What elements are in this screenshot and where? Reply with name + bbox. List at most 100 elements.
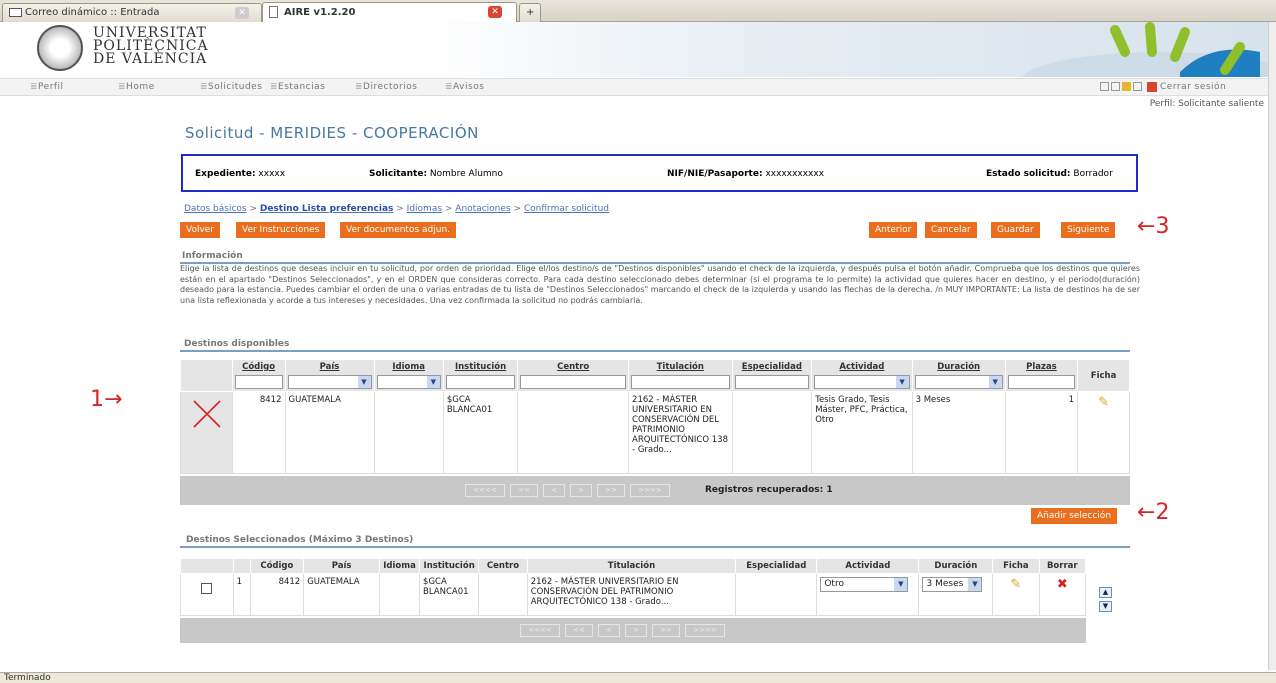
new-tab-label: + <box>526 7 535 18</box>
pencil-icon[interactable]: ✎ <box>1010 577 1021 592</box>
table-header-row: Código País Idioma Institución Centro Ti… <box>180 359 1130 392</box>
info-heading: Información <box>182 251 243 261</box>
logout-link[interactable]: Cerrar sesión <box>1160 82 1226 92</box>
col-duracion[interactable]: Duración <box>915 362 1003 372</box>
arrow-up-icon[interactable]: ▲ <box>1099 587 1112 598</box>
cancelar-button[interactable]: Cancelar <box>925 222 977 238</box>
ver-instrucciones-button[interactable]: Ver Instrucciones <box>236 222 326 238</box>
tab-correo[interactable]: Correo dinámico :: Entrada ✕ <box>2 3 262 22</box>
col-plazas[interactable]: Plazas <box>1008 362 1075 372</box>
col-pais[interactable]: País <box>288 362 372 372</box>
logo-line: DE VALÈNCIA <box>93 51 208 67</box>
add-selection-button[interactable]: Añadir selección <box>1031 508 1118 524</box>
col-ficha: Ficha <box>1077 359 1130 392</box>
tab-label: AIRE v1.2.20 <box>284 7 356 18</box>
order-col-header <box>232 558 251 574</box>
nav-directorios[interactable]: Directorios <box>355 82 417 92</box>
breadcrumb-confirmar[interactable]: Confirmar solicitud <box>524 204 609 214</box>
filter-centro-input[interactable] <box>520 375 627 389</box>
annotation-2: ←2 <box>1137 500 1170 525</box>
row-select-cell <box>180 573 234 616</box>
filter-pais-select[interactable] <box>287 375 372 389</box>
arrow-down-icon[interactable]: ▼ <box>1099 601 1112 612</box>
new-tab-button[interactable]: + <box>519 3 541 22</box>
filter-plazas-input[interactable] <box>1007 375 1076 389</box>
pager-last[interactable]: >>>> <box>630 484 670 497</box>
pager-next[interactable]: > <box>625 624 647 637</box>
cell-actividad: Tesis Grado, Tesis Máster, PFC, Práctica… <box>811 391 913 474</box>
browser-tab-bar: Correo dinámico :: Entrada ✕ AIRE v1.2.2… <box>0 0 1276 22</box>
application-summary: Expediente: xxxxx Solicitante: Nombre Al… <box>181 154 1138 192</box>
pager-first[interactable]: <<<< <box>465 484 505 497</box>
col-centro[interactable]: Centro <box>520 362 626 372</box>
pager-next[interactable]: > <box>570 484 592 497</box>
volver-button[interactable]: Volver <box>180 222 221 238</box>
pencil-icon[interactable]: ✎ <box>1098 395 1109 410</box>
ver-documentos-button[interactable]: Ver documentos adjun. <box>340 222 457 238</box>
col-centro: Centro <box>478 558 528 574</box>
nif: NIF/NIE/Pasaporte: xxxxxxxxxxx <box>667 169 825 179</box>
actividad-select[interactable]: Otro <box>820 577 909 592</box>
scrollbar[interactable] <box>1268 22 1276 670</box>
close-icon[interactable]: ✕ <box>488 6 502 18</box>
available-pager: <<<< << < > >> >>>> Registros recuperado… <box>180 476 1130 505</box>
filter-titulacion-input[interactable] <box>631 375 730 389</box>
col-institucion[interactable]: Institución <box>446 362 516 372</box>
breadcrumb-idiomas[interactable]: Idiomas <box>407 204 442 214</box>
cell-titulacion: 2162 - MÁSTER UNIVERSITARIO EN CONSERVAC… <box>628 391 733 474</box>
guardar-button[interactable]: Guardar <box>991 222 1040 238</box>
row-checkbox[interactable] <box>201 583 213 594</box>
cell-duracion: 3 Meses <box>918 573 994 616</box>
pager-last[interactable]: >>>> <box>685 624 725 637</box>
nav-avisos[interactable]: Avisos <box>445 82 484 92</box>
siguiente-button[interactable]: Siguiente <box>1061 222 1116 238</box>
col-codigo[interactable]: Código <box>235 362 283 372</box>
table-row: 8412 GUATEMALA $GCA BLANCA01 2162 - MÁST… <box>180 391 1130 474</box>
breadcrumb-destino[interactable]: Destino Lista preferencias <box>260 204 394 214</box>
cell-plazas: 1 <box>1004 391 1079 474</box>
pager-prev-page[interactable]: << <box>565 624 593 637</box>
divider <box>180 350 1130 352</box>
profile-label: Perfil: Solicitante saliente <box>1149 99 1264 109</box>
selected-heading: Destinos Seleccionados (Máximo 3 Destino… <box>186 535 414 545</box>
filter-actividad-select[interactable] <box>814 375 910 389</box>
page-icon <box>269 6 278 18</box>
close-icon[interactable]: ✕ <box>235 7 249 19</box>
pager-prev[interactable]: < <box>598 624 620 637</box>
filter-institucion-input[interactable] <box>445 375 516 389</box>
nav-estancias[interactable]: Estancias <box>270 82 325 92</box>
duracion-select[interactable]: 3 Meses <box>922 577 983 592</box>
col-actividad[interactable]: Actividad <box>814 362 909 372</box>
col-idioma[interactable]: Idioma <box>377 362 441 372</box>
pager-next-page[interactable]: >> <box>597 484 625 497</box>
filter-codigo-input[interactable] <box>234 375 283 389</box>
tab-aire[interactable]: AIRE v1.2.20 ✕ <box>262 2 517 22</box>
toolbar-icons[interactable] <box>1100 82 1144 92</box>
available-destinations-table: Código País Idioma Institución Centro Ti… <box>180 359 1130 474</box>
pager-prev-page[interactable]: << <box>510 484 538 497</box>
pager-prev[interactable]: < <box>543 484 565 497</box>
red-cross-mark-icon <box>193 400 221 428</box>
delete-icon[interactable]: ✖ <box>1057 577 1068 592</box>
pager-next-page[interactable]: >> <box>652 624 680 637</box>
pager-first[interactable]: <<<< <box>520 624 560 637</box>
table-header-row: Código País Idioma Institución Centro Ti… <box>180 558 1087 574</box>
cell-institucion: $GCA BLANCA01 <box>442 391 519 474</box>
col-titulacion[interactable]: Titulación <box>631 362 729 372</box>
cell-idioma <box>373 391 444 474</box>
col-codigo: Código <box>249 558 305 574</box>
site-header: UNIVERSITAT POLITÈCNICA DE VALÈNCIA <box>0 22 1268 77</box>
filter-especialidad-input[interactable] <box>734 375 810 389</box>
nav-home[interactable]: Home <box>118 82 155 92</box>
row-select-cell[interactable] <box>180 391 233 474</box>
col-especialidad[interactable]: Especialidad <box>735 362 810 372</box>
nav-perfil[interactable]: Perfil <box>30 82 64 92</box>
filter-idioma-select[interactable] <box>376 375 441 389</box>
breadcrumb-anotaciones[interactable]: Anotaciones <box>455 204 510 214</box>
cell-order: 1 <box>232 573 251 616</box>
nav-solicitudes[interactable]: Solicitudes <box>200 82 262 92</box>
breadcrumb-datos-basicos[interactable]: Datos básicos <box>184 204 247 214</box>
filter-duracion-select[interactable] <box>914 375 1003 389</box>
cell-codigo: 8412 <box>231 391 286 474</box>
anterior-button[interactable]: Anterior <box>869 222 918 238</box>
